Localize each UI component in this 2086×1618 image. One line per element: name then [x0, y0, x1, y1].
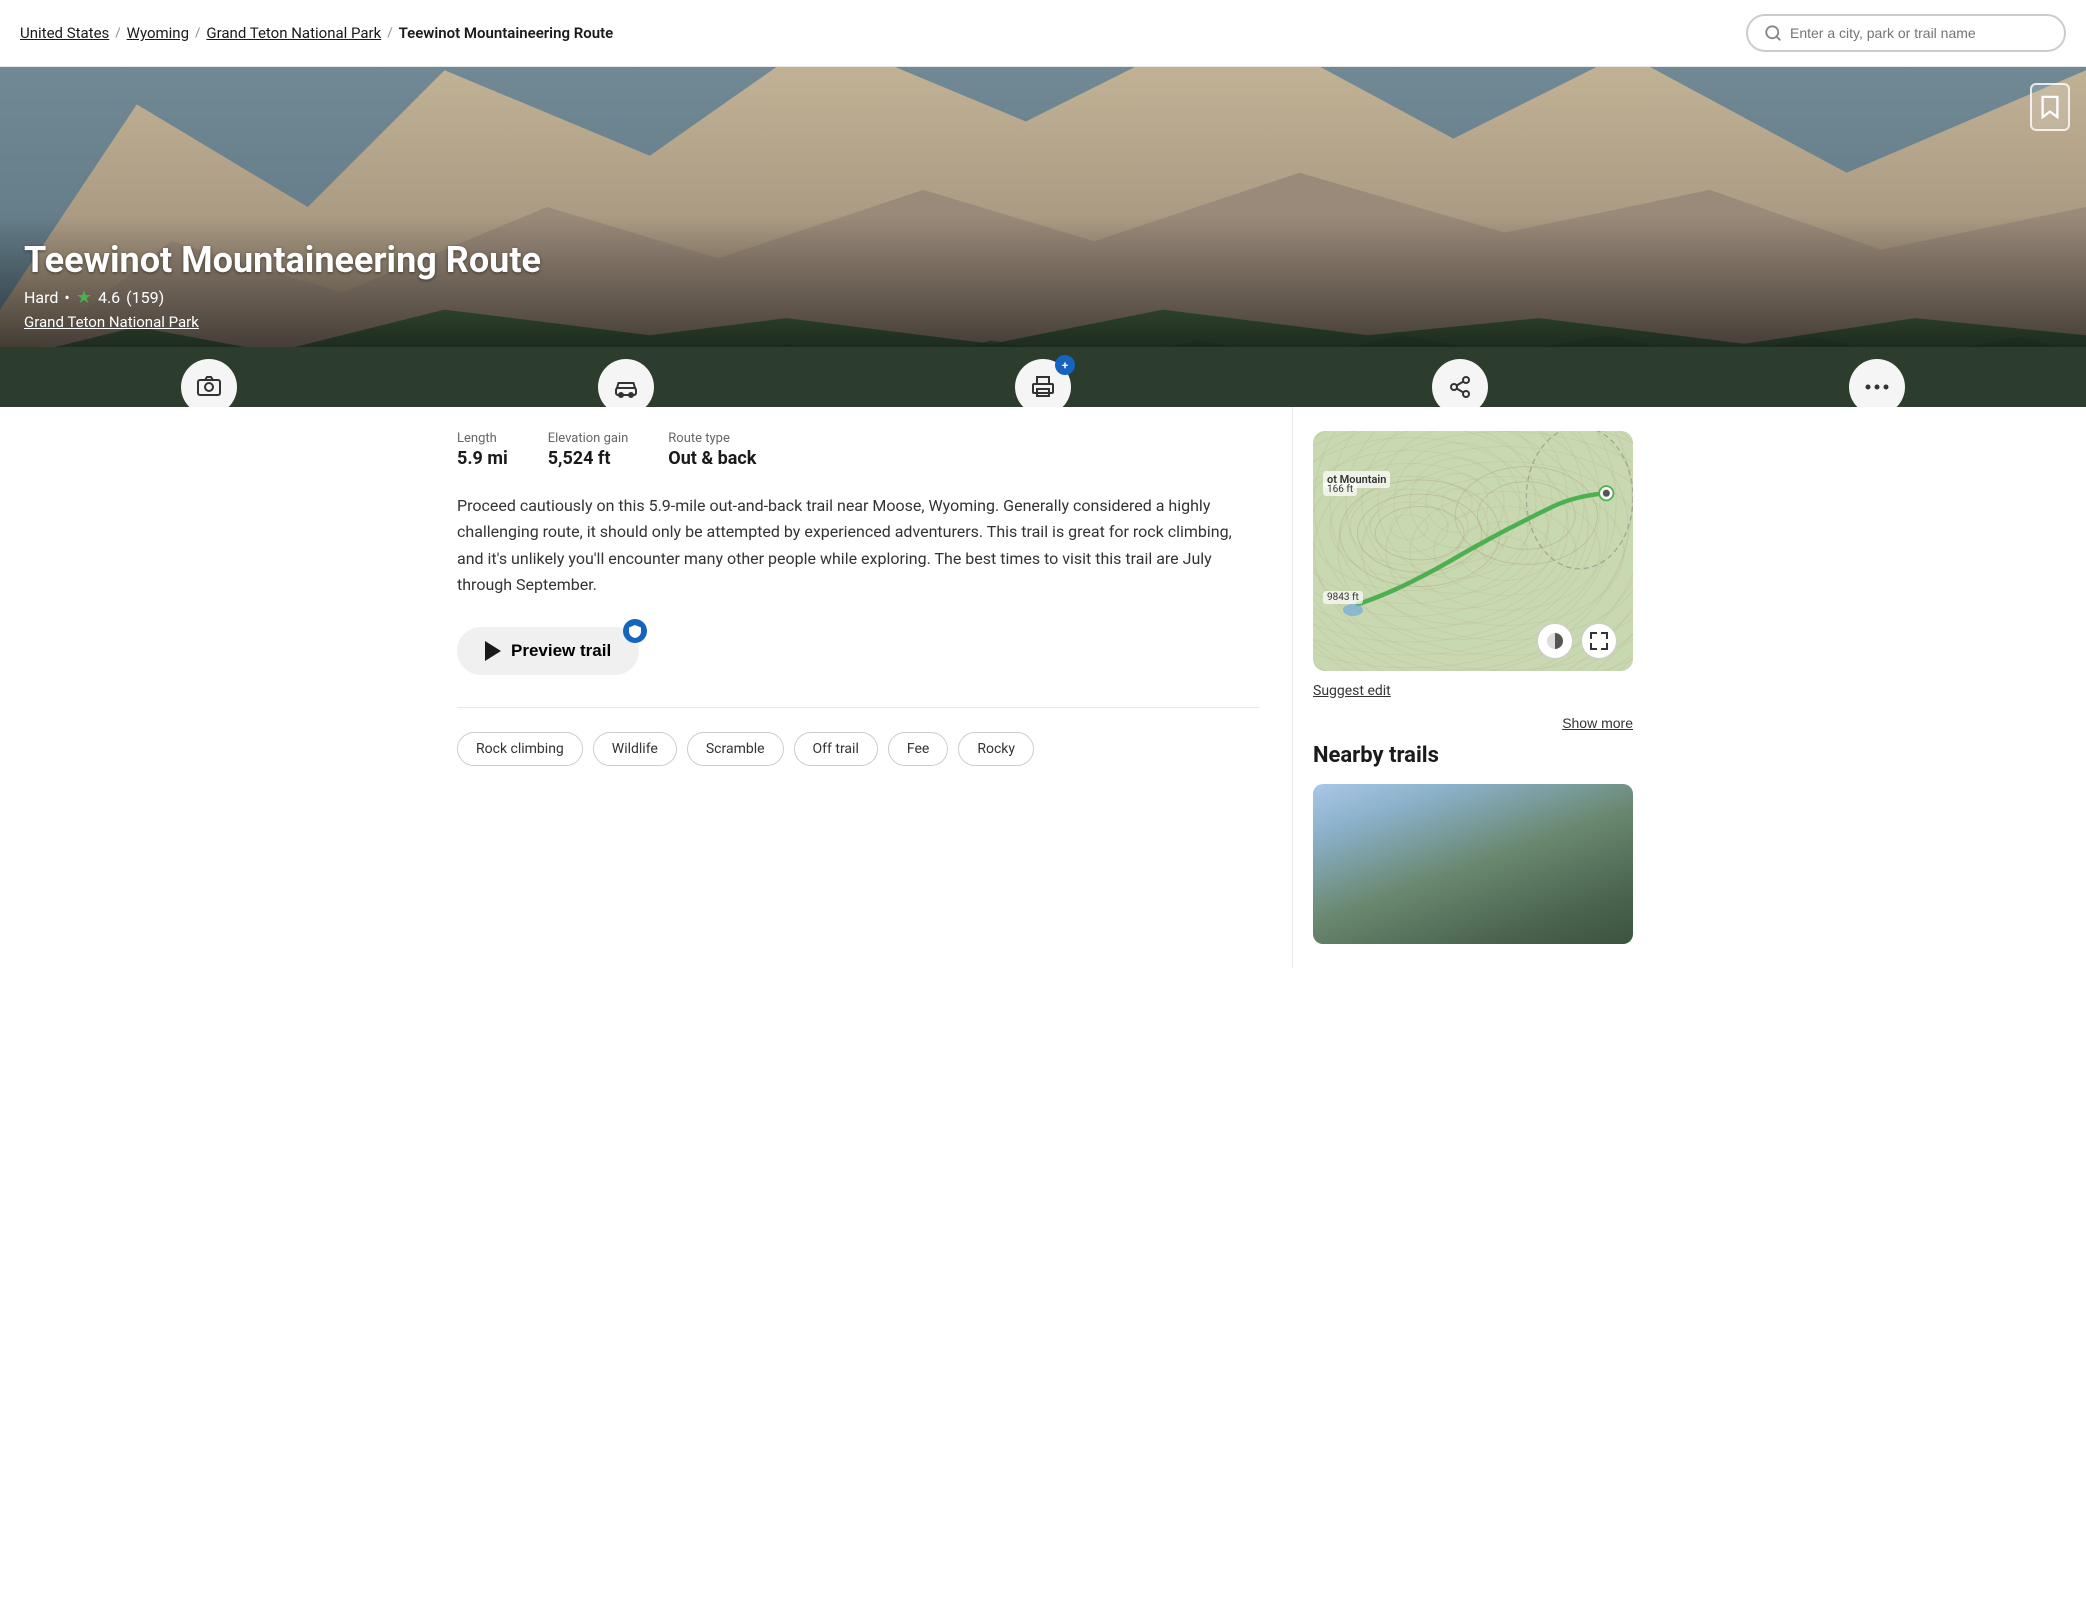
camera-icon: [197, 375, 221, 399]
tag-scramble[interactable]: Scramble: [687, 732, 784, 766]
bookmark-icon: [2040, 95, 2060, 119]
share-action[interactable]: Share: [1410, 359, 1510, 407]
print-action[interactable]: + Print/PDF map: [993, 359, 1093, 407]
shield-icon: [628, 624, 642, 638]
stat-length-label: Length: [457, 431, 508, 446]
directions-circle: [598, 359, 654, 407]
right-column: ot Mountain 166 ft 9843 ft Suggest edit …: [1293, 407, 1653, 968]
stat-elevation-label: Elevation gain: [548, 431, 629, 446]
breadcrumb-sep-3: /: [387, 26, 392, 41]
nearby-trails-heading: Nearby trails: [1313, 743, 1633, 768]
difficulty-label: Hard: [24, 288, 58, 307]
hero-section: Teewinot Mountaineering Route Hard • ★ 4…: [0, 67, 2086, 407]
review-count: (159): [126, 288, 164, 307]
stat-length-value: 5.9 mi: [457, 448, 508, 469]
stats-row: Length 5.9 mi Elevation gain 5,524 ft Ro…: [457, 431, 1260, 469]
preview-badge: [623, 619, 647, 643]
print-circle: +: [1015, 359, 1071, 407]
share-circle: [1432, 359, 1488, 407]
nearby-card-image: [1313, 784, 1633, 944]
breadcrumb-sep-1: /: [115, 26, 120, 41]
hero-image: Teewinot Mountaineering Route Hard • ★ 4…: [0, 67, 2086, 347]
suggest-edit-link[interactable]: Suggest edit: [1313, 683, 1633, 699]
stat-elevation: Elevation gain 5,524 ft: [548, 431, 629, 469]
map-elevation-1: 166 ft: [1323, 483, 1357, 496]
share-icon: [1448, 375, 1472, 399]
trail-description: Proceed cautiously on this 5.9-mile out-…: [457, 493, 1260, 599]
tag-wildlife[interactable]: Wildlife: [593, 732, 677, 766]
stat-route-type: Route type Out & back: [668, 431, 756, 469]
stat-length: Length 5.9 mi: [457, 431, 508, 469]
dot-separator: •: [64, 288, 69, 307]
breadcrumb: United States / Wyoming / Grand Teton Na…: [20, 24, 613, 42]
divider: [457, 707, 1260, 708]
trail-map[interactable]: ot Mountain 166 ft 9843 ft: [1313, 431, 1633, 671]
search-input[interactable]: [1790, 25, 2048, 41]
preview-trail-button[interactable]: Preview trail: [457, 627, 639, 675]
main-layout: Length 5.9 mi Elevation gain 5,524 ft Ro…: [433, 407, 1653, 968]
show-more-row: Show more: [1313, 715, 1633, 731]
expand-icon: [1590, 632, 1608, 650]
search-bar[interactable]: [1746, 14, 2066, 52]
tag-off-trail[interactable]: Off trail: [794, 732, 878, 766]
breadcrumb-united-states[interactable]: United States: [20, 24, 109, 42]
dots-icon: [1865, 384, 1889, 390]
map-expand-button[interactable]: [1581, 623, 1617, 659]
stat-route-value: Out & back: [668, 448, 756, 469]
tag-fee[interactable]: Fee: [888, 732, 948, 766]
trail-meta: Hard • ★ 4.6 (159): [24, 287, 2062, 308]
breadcrumb-bar: United States / Wyoming / Grand Teton Na…: [0, 0, 2086, 67]
action-bar: Photos (206) Directions + Print/PDF map: [0, 347, 2086, 407]
tags-row: Rock climbing Wildlife Scramble Off trai…: [457, 732, 1260, 766]
print-badge: +: [1055, 355, 1075, 375]
printer-icon: [1031, 375, 1055, 399]
search-icon: [1764, 24, 1782, 42]
breadcrumb-current: Teewinot Mountaineering Route: [399, 24, 614, 42]
tag-rocky[interactable]: Rocky: [958, 732, 1034, 766]
hero-overlay: Teewinot Mountaineering Route Hard • ★ 4…: [0, 215, 2086, 347]
photos-action[interactable]: Photos (206): [159, 359, 259, 407]
water-feature: [1343, 604, 1363, 616]
trail-title: Teewinot Mountaineering Route: [24, 239, 2062, 281]
car-icon: [614, 375, 638, 399]
stat-route-label: Route type: [668, 431, 756, 446]
show-more-button[interactable]: Show more: [1562, 715, 1633, 731]
map-elevation-2: 9843 ft: [1323, 591, 1363, 604]
breadcrumb-wyoming[interactable]: Wyoming: [127, 24, 189, 42]
nearby-trail-card[interactable]: [1313, 784, 1633, 944]
tag-rock-climbing[interactable]: Rock climbing: [457, 732, 583, 766]
photos-circle: [181, 359, 237, 407]
breadcrumb-grand-teton[interactable]: Grand Teton National Park: [206, 24, 381, 42]
stat-elevation-value: 5,524 ft: [548, 448, 629, 469]
left-column: Length 5.9 mi Elevation gain 5,524 ft Ro…: [433, 407, 1293, 968]
preview-label: Preview trail: [511, 641, 611, 661]
more-action[interactable]: More: [1827, 359, 1927, 407]
star-icon: ★: [76, 287, 92, 308]
rating-value: 4.6: [98, 288, 120, 307]
map-halfcircle-button[interactable]: [1537, 623, 1573, 659]
breadcrumb-sep-2: /: [195, 26, 200, 41]
park-link[interactable]: Grand Teton National Park: [24, 313, 199, 331]
bookmark-button[interactable]: [2030, 83, 2070, 131]
directions-action[interactable]: Directions: [576, 359, 676, 407]
more-circle: [1849, 359, 1905, 407]
play-icon: [485, 641, 501, 661]
half-circle-icon: [1545, 631, 1565, 651]
